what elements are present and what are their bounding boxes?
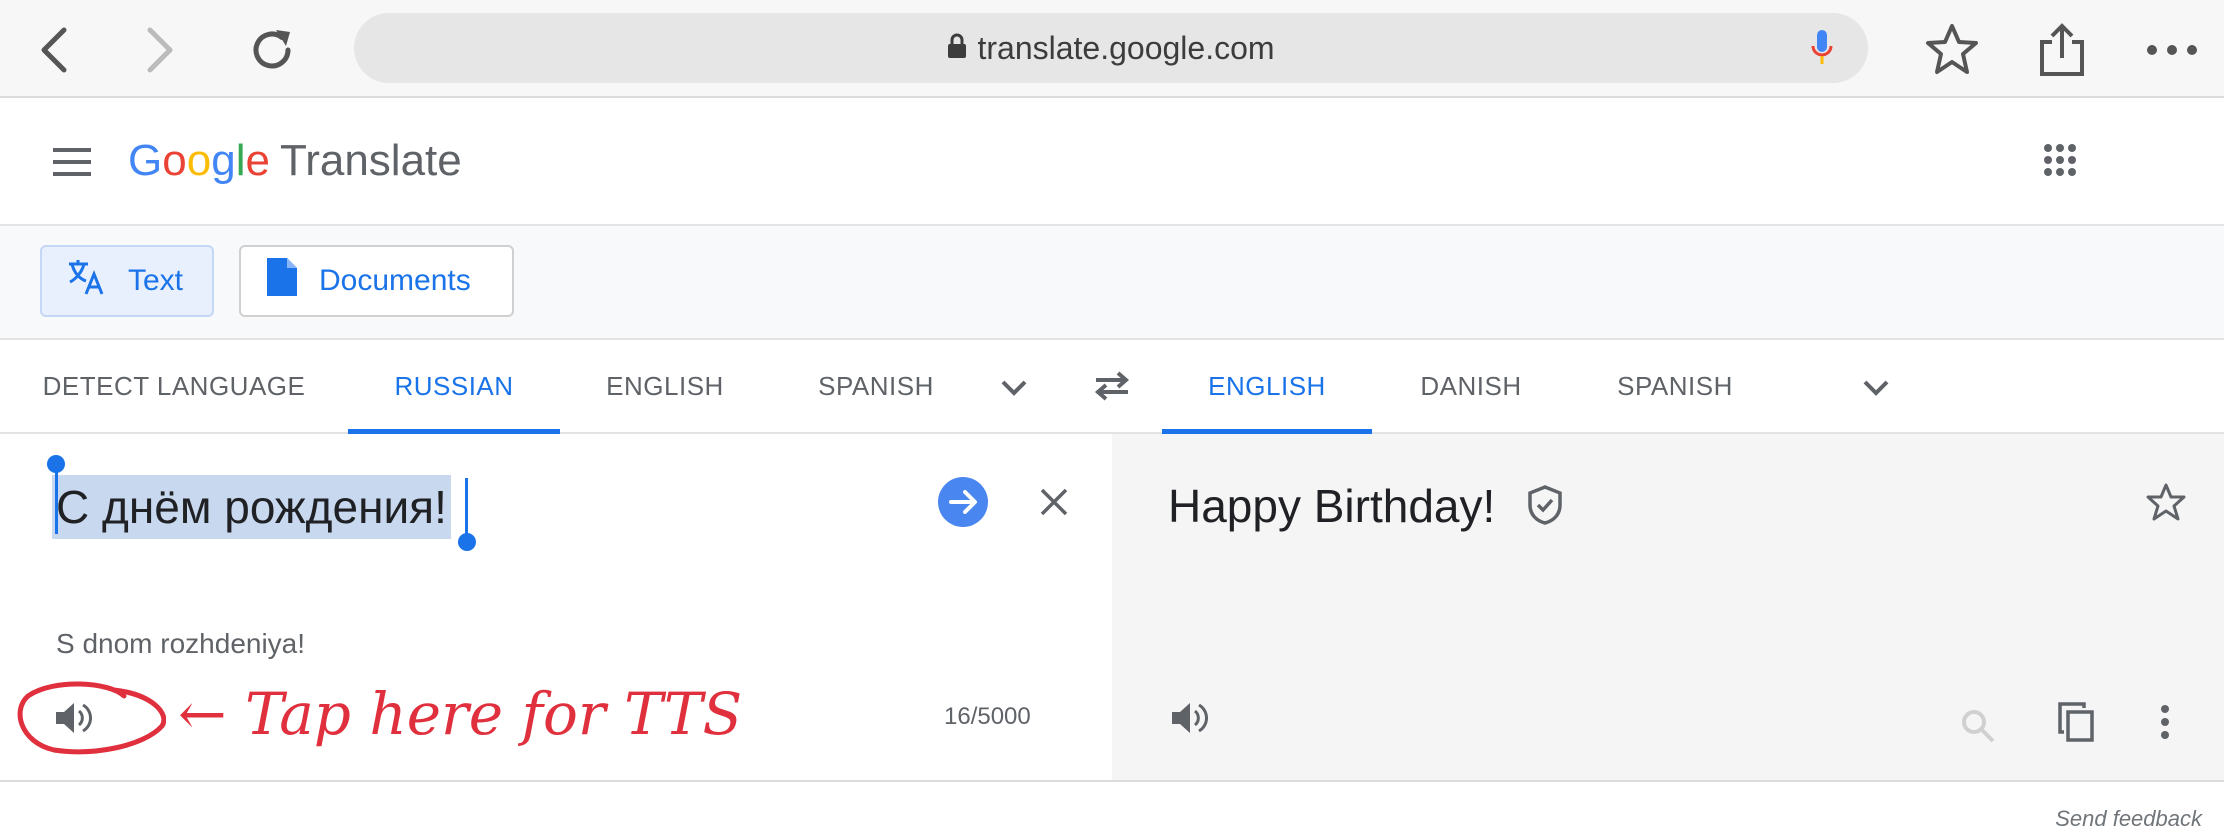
source-tab-detect[interactable]: DETECT LANGUAGE (36, 340, 312, 432)
more-options-icon[interactable] (2150, 700, 2180, 744)
address-bar[interactable]: translate.google.com (354, 13, 1868, 83)
mic-icon[interactable] (1802, 28, 1842, 68)
selection-end-handle[interactable] (465, 478, 468, 540)
translation-output: Happy Birthday! (1168, 480, 1496, 532)
character-count: 16/5000 (944, 703, 1031, 730)
url-text: translate.google.com (977, 30, 1275, 66)
product-name: Translate (279, 136, 462, 185)
document-icon (267, 258, 297, 304)
target-tab-english[interactable]: ENGLISH (1162, 340, 1372, 434)
target-tab-spanish[interactable]: SPANISH (1580, 340, 1770, 432)
target-speaker-icon[interactable] (1168, 696, 1212, 740)
source-tab-russian[interactable]: RUSSIAN (348, 340, 560, 434)
source-text-input[interactable]: С днём рождения! (52, 475, 451, 539)
translate-submit-button[interactable] (937, 476, 989, 528)
text-mode-button[interactable]: Text (40, 245, 214, 317)
target-tab-danish[interactable]: DANISH (1396, 340, 1546, 432)
selection-end-knob[interactable] (458, 533, 476, 551)
search-icon[interactable] (1958, 706, 1998, 746)
target-more-languages-icon[interactable] (1856, 368, 1896, 408)
lock-icon (947, 13, 967, 83)
verified-shield-icon (1524, 484, 1566, 526)
save-translation-star-icon[interactable] (2144, 480, 2188, 524)
documents-mode-button[interactable]: Documents (239, 245, 514, 317)
documents-mode-label: Documents (319, 264, 471, 297)
share-icon[interactable] (2030, 18, 2094, 82)
source-tab-spanish[interactable]: SPANISH (780, 340, 972, 432)
bookmark-star-icon[interactable] (1920, 18, 1984, 82)
reload-icon[interactable] (240, 18, 304, 82)
google-translate-logo[interactable]: Google Translate (128, 133, 462, 189)
source-tab-english[interactable]: ENGLISH (588, 340, 742, 432)
clear-text-icon[interactable] (1036, 484, 1072, 520)
text-mode-label: Text (128, 264, 184, 297)
source-more-languages-icon[interactable] (994, 368, 1034, 408)
more-icon[interactable] (2140, 18, 2204, 82)
annotation-circle (14, 676, 166, 756)
tts-annotation: ← Tap here for TTS (178, 680, 743, 748)
translate-icon (66, 257, 106, 305)
panel-divider (0, 780, 2224, 782)
selection-start-handle[interactable] (55, 464, 58, 534)
swap-languages-icon[interactable] (1090, 364, 1134, 408)
transliteration-text: S dnom rozhdeniya! (56, 628, 306, 659)
apps-grid-icon[interactable] (2040, 140, 2080, 180)
copy-icon[interactable] (2054, 698, 2098, 746)
send-feedback-link[interactable]: Send feedback (2055, 806, 2202, 832)
forward-icon[interactable] (128, 18, 192, 82)
selection-start-knob[interactable] (47, 455, 65, 473)
menu-icon[interactable] (50, 140, 94, 184)
back-icon[interactable] (22, 18, 86, 82)
